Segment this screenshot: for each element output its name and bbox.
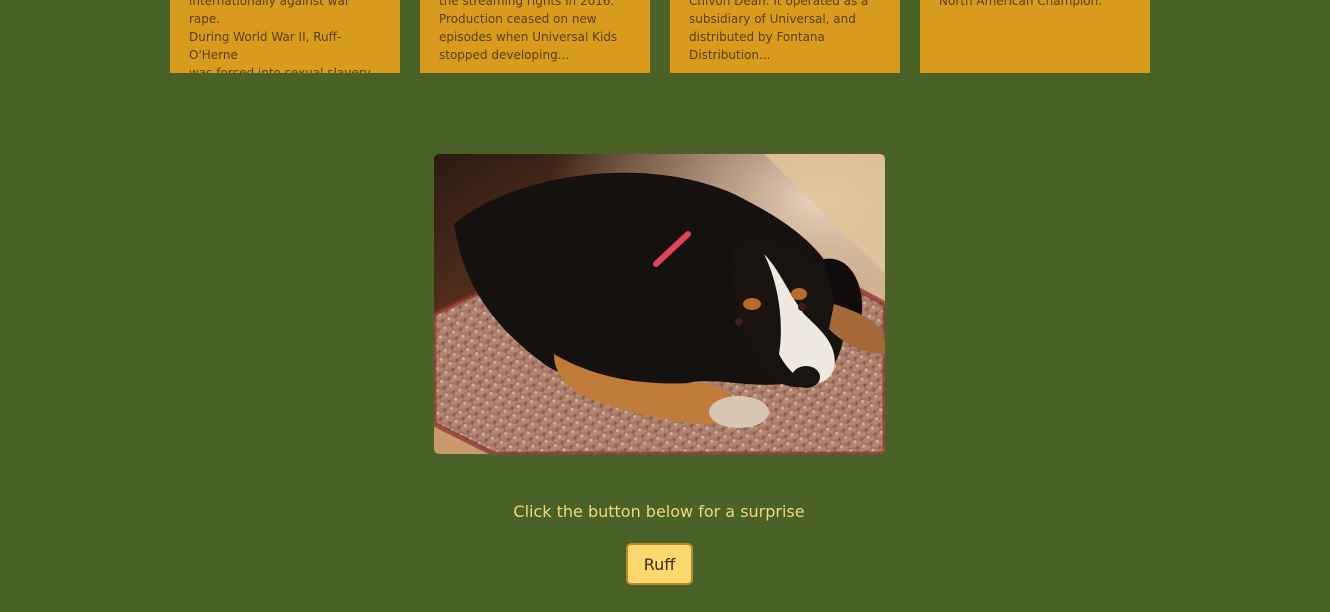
card-excerpt: Chivon Dean. It operated as a subsidiary… bbox=[689, 0, 869, 62]
article-card[interactable]: the streaming rights in 2016. Production… bbox=[420, 0, 650, 73]
surprise-prompt: Click the button below for a surprise bbox=[513, 502, 805, 521]
card-excerpt: the streaming rights in 2016. Production… bbox=[439, 0, 618, 62]
article-card[interactable]: internationally against war rape. During… bbox=[170, 0, 400, 73]
card-row: internationally against war rape. During… bbox=[170, 0, 1150, 73]
dog-photo bbox=[434, 154, 885, 454]
ruff-button[interactable]: Ruff bbox=[626, 543, 693, 585]
card-excerpt: North American Champion. bbox=[939, 0, 1103, 8]
card-excerpt: internationally against war rape. During… bbox=[189, 0, 381, 73]
article-card[interactable]: Chivon Dean. It operated as a subsidiary… bbox=[670, 0, 900, 73]
article-card[interactable]: North American Champion. bbox=[920, 0, 1150, 73]
